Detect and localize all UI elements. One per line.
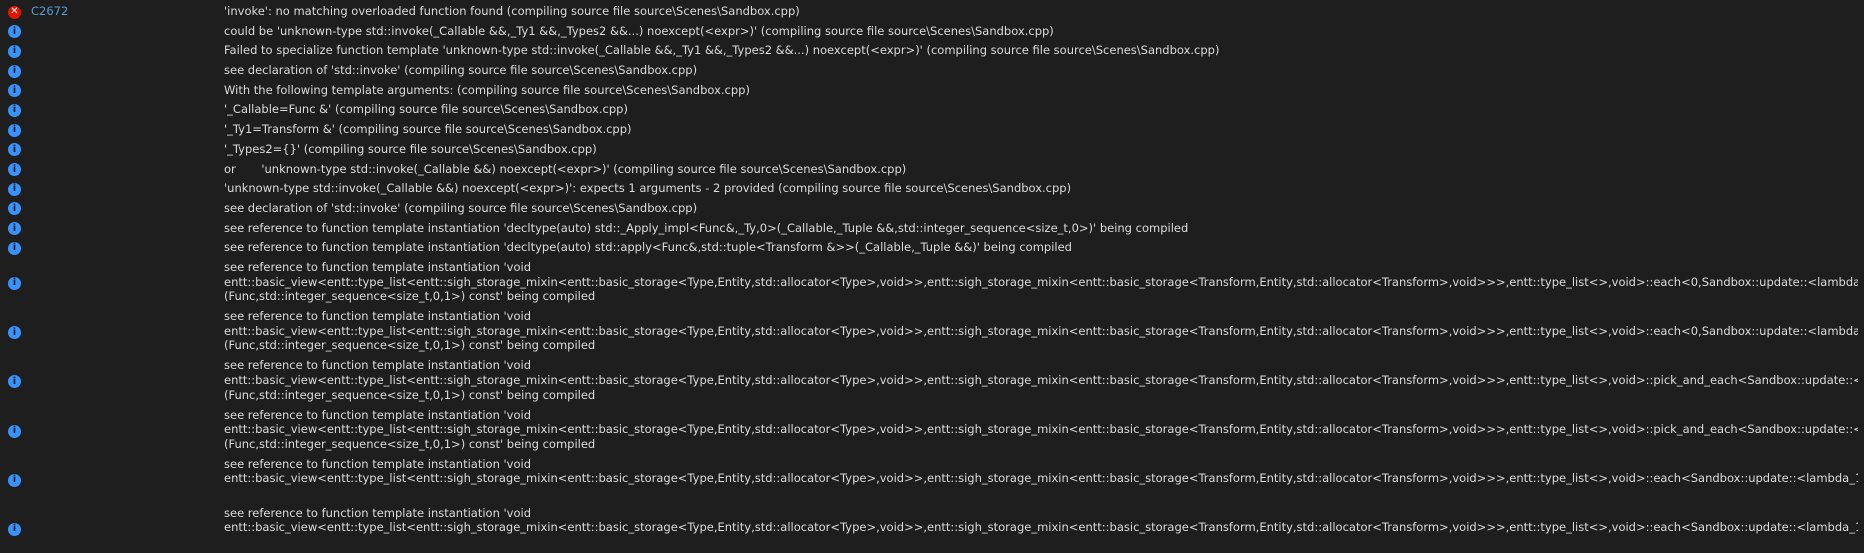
- description-line: Failed to specialize function template '…: [224, 43, 1220, 58]
- description-line: see declaration of 'std::invoke' (compil…: [224, 200, 698, 215]
- description-line: see reference to function template insta…: [224, 309, 532, 324]
- description-line: (Func,std::integer_sequence<size_t,0,1>)…: [224, 289, 596, 304]
- description-line: see reference to function template insta…: [224, 505, 532, 520]
- message-row[interactable]: i see reference to function template inst…: [0, 455, 1864, 504]
- error-list-rows: ✕ C2672 'invoke': no matching overloaded f…: [0, 0, 1864, 553]
- description-line: entt::basic_view<entt::type_list<entt::s…: [224, 323, 1858, 338]
- message-row[interactable]: i '_Ty1=Transform &' (compiling source fi…: [0, 120, 1864, 140]
- description-line: (Func,std::integer_sequence<size_t,0,1>)…: [224, 338, 596, 353]
- info-icon: i: [8, 473, 21, 487]
- message-row[interactable]: i could be 'unknown-type std::invoke(_Cal…: [0, 22, 1864, 42]
- message-row[interactable]: i see declaration of 'std::invoke' (compi…: [0, 199, 1864, 219]
- info-icon: i: [8, 375, 21, 389]
- description-line: entt::basic_view<entt::type_list<entt::s…: [224, 520, 1858, 535]
- message-row[interactable]: i see reference to function template inst…: [0, 219, 1864, 239]
- message-row[interactable]: i '_Callable=Func &' (compiling source fi…: [0, 100, 1864, 120]
- message-description: 'unknown-type std::invoke(_Callable &&) …: [224, 181, 1858, 196]
- message-description: see reference to function template insta…: [224, 506, 1858, 535]
- description-line: '_Ty1=Transform &' (compiling source fil…: [224, 122, 632, 137]
- message-description: see reference to function template insta…: [224, 240, 1858, 255]
- message-description: see reference to function template insta…: [224, 408, 1858, 452]
- description-line: see reference to function template insta…: [224, 407, 532, 422]
- error-list-panel: ✕ C2672 'invoke': no matching overloaded f…: [0, 0, 1864, 553]
- error-code-link[interactable]: C2672: [31, 4, 68, 18]
- description-line: entt::basic_view<entt::type_list<entt::s…: [224, 372, 1858, 387]
- description-line: see reference to function template insta…: [224, 358, 532, 373]
- message-row[interactable]: i '_Types2={}' (compiling source file sou…: [0, 140, 1864, 160]
- message-description: 'invoke': no matching overloaded functio…: [224, 4, 1858, 19]
- info-icon: i: [8, 84, 21, 98]
- description-line: (Func,std::integer_sequence<size_t,0,1>)…: [224, 436, 596, 451]
- info-icon: i: [8, 326, 21, 340]
- description-line: entt::basic_view<entt::type_list<entt::s…: [224, 422, 1858, 437]
- description-line: With the following template arguments: (…: [224, 82, 750, 97]
- description-line: see reference to function template insta…: [224, 220, 1189, 235]
- info-icon: i: [8, 44, 21, 58]
- message-description: '_Ty1=Transform &' (compiling source fil…: [224, 122, 1858, 137]
- message-description: '_Callable=Func &' (compiling source fil…: [224, 102, 1858, 117]
- info-icon: i: [8, 276, 21, 290]
- description-line: or 'unknown-type std::invoke(_Callable &…: [224, 161, 907, 176]
- message-row[interactable]: i see reference to function template inst…: [0, 258, 1864, 307]
- message-row[interactable]: i see reference to function template inst…: [0, 238, 1864, 258]
- error-icon: ✕: [8, 5, 21, 19]
- message-row[interactable]: i 'unknown-type std::invoke(_Callable &&)…: [0, 179, 1864, 199]
- description-line: '_Callable=Func &' (compiling source fil…: [224, 102, 628, 117]
- message-description: Failed to specialize function template '…: [224, 43, 1858, 58]
- message-description: With the following template arguments: (…: [224, 83, 1858, 98]
- message-row[interactable]: i see reference to function template inst…: [0, 504, 1864, 553]
- description-line: entt::basic_view<entt::type_list<entt::s…: [224, 274, 1858, 289]
- info-icon: i: [8, 163, 21, 176]
- info-icon: i: [8, 64, 21, 78]
- description-line: '_Types2={}' (compiling source file sour…: [224, 141, 597, 156]
- info-icon: i: [8, 123, 21, 137]
- info-icon: i: [8, 241, 21, 255]
- message-row[interactable]: i Failed to specialize function template …: [0, 41, 1864, 61]
- description-line: see reference to function template insta…: [224, 259, 532, 274]
- description-line: see declaration of 'std::invoke' (compil…: [224, 63, 698, 78]
- description-line: see reference to function template insta…: [224, 456, 532, 471]
- info-icon: i: [8, 143, 21, 157]
- message-description: see reference to function template insta…: [224, 260, 1858, 304]
- description-line: 'unknown-type std::invoke(_Callable &&) …: [224, 181, 1072, 196]
- message-row[interactable]: i With the following template arguments: …: [0, 81, 1864, 101]
- error-row[interactable]: ✕ C2672 'invoke': no matching overloaded f…: [0, 2, 1864, 22]
- message-description: see declaration of 'std::invoke' (compil…: [224, 201, 1858, 216]
- info-icon: i: [8, 25, 21, 39]
- message-description: see reference to function template insta…: [224, 457, 1858, 486]
- info-icon: i: [8, 202, 21, 216]
- message-description: see declaration of 'std::invoke' (compil…: [224, 63, 1858, 78]
- message-row[interactable]: i or 'unknown-type std::invoke(_Callable …: [0, 160, 1864, 180]
- description-line: see reference to function template insta…: [224, 240, 1072, 255]
- info-icon: i: [8, 424, 21, 438]
- description-line: (Func,std::integer_sequence<size_t,0,1>)…: [224, 387, 596, 402]
- description-line: entt::basic_view<entt::type_list<entt::s…: [224, 471, 1858, 486]
- message-description: see reference to function template insta…: [224, 358, 1858, 402]
- message-description: could be 'unknown-type std::invoke(_Call…: [224, 24, 1858, 39]
- message-description: see reference to function template insta…: [224, 309, 1858, 353]
- message-row[interactable]: i see reference to function template inst…: [0, 307, 1864, 356]
- message-row[interactable]: i see declaration of 'std::invoke' (compi…: [0, 61, 1864, 81]
- description-line: 'invoke': no matching overloaded functio…: [224, 4, 800, 18]
- info-icon: i: [8, 182, 21, 196]
- message-description: '_Types2={}' (compiling source file sour…: [224, 142, 1858, 157]
- info-icon: i: [8, 222, 21, 236]
- message-row[interactable]: i see reference to function template inst…: [0, 406, 1864, 455]
- message-description: see reference to function template insta…: [224, 221, 1858, 236]
- description-line: could be 'unknown-type std::invoke(_Call…: [224, 23, 1054, 38]
- message-row[interactable]: i see reference to function template inst…: [0, 356, 1864, 405]
- info-icon: i: [8, 103, 21, 117]
- message-description: or 'unknown-type std::invoke(_Callable &…: [224, 162, 1858, 177]
